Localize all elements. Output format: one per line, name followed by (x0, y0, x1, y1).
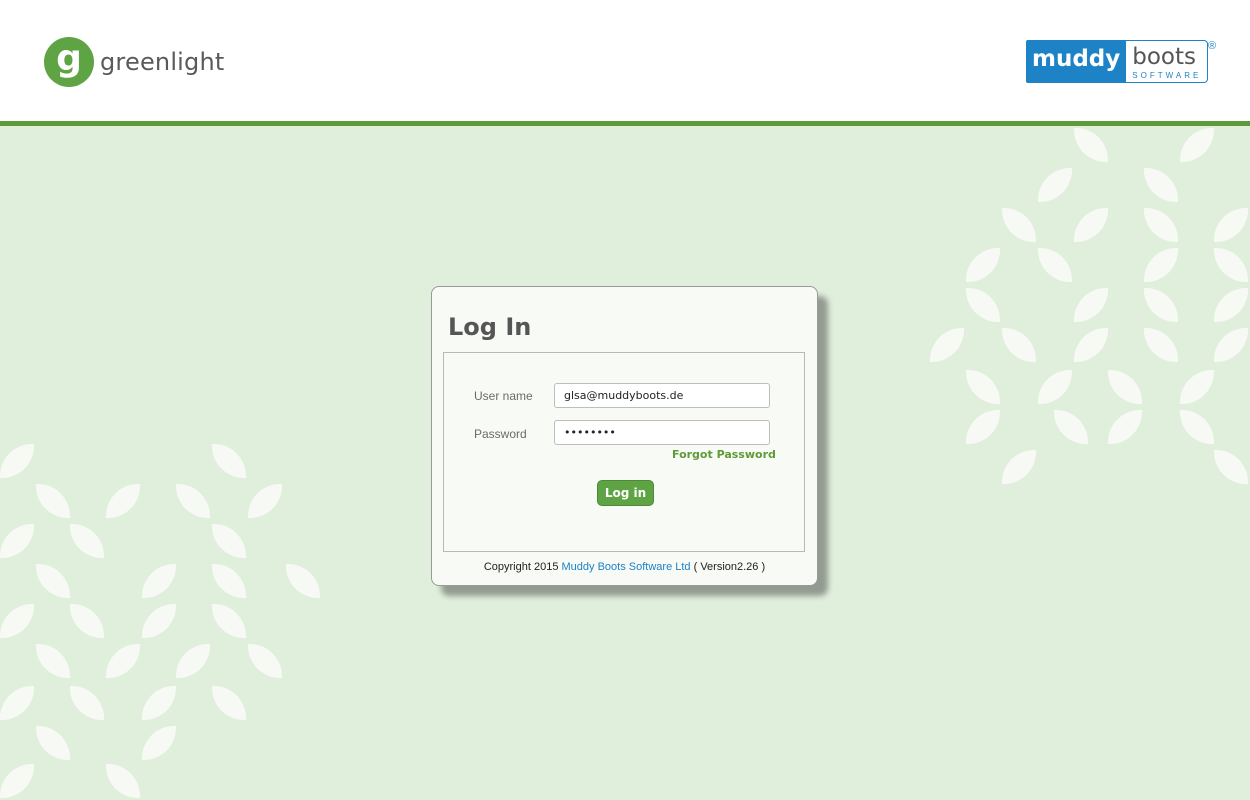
leaf-icon (70, 686, 104, 720)
leaf-icon (70, 524, 104, 558)
leaf-icon (0, 524, 34, 558)
leaf-icon (212, 604, 246, 638)
leaf-icon (106, 644, 140, 678)
login-card: Log In User name glsa@muddyboots.de Pass… (431, 286, 818, 586)
password-label: Password (474, 427, 527, 441)
leaf-icon (176, 484, 210, 518)
leaf-icon (1214, 208, 1248, 242)
leaf-icon (212, 686, 246, 720)
leaf-icon (1214, 248, 1248, 282)
leaf-icon (1108, 410, 1142, 444)
muddy-boots-logo: muddy boots SOFTWARE (1026, 40, 1209, 83)
leaf-icon (1074, 328, 1108, 362)
leaf-icon (1054, 410, 1088, 444)
copyright-footer: Copyright 2015 Muddy Boots Software Ltd … (432, 561, 817, 573)
leaf-icon (1108, 370, 1142, 404)
leaf-icon (1144, 248, 1178, 282)
login-title: Log In (448, 313, 532, 341)
leaf-icon (70, 604, 104, 638)
leaf-icon (1002, 328, 1036, 362)
leaf-icon (36, 484, 70, 518)
copyright-text: Copyright 2015 (483, 561, 559, 573)
leaf-icon (1144, 168, 1178, 202)
muddy-boots-logo-muddy: muddy (1026, 40, 1127, 83)
muddy-boots-logo-boots: boots (1132, 44, 1197, 70)
leaf-icon (212, 524, 246, 558)
leaf-icon (1214, 328, 1248, 362)
leaf-icon (36, 644, 70, 678)
login-form: User name glsa@muddyboots.de Password ••… (443, 352, 805, 552)
leaf-icon (176, 644, 210, 678)
leaf-icon (1074, 128, 1108, 162)
leaf-icon (36, 564, 70, 598)
leaf-icon (142, 726, 176, 760)
greenlight-logo-icon: g (44, 37, 94, 87)
leaf-icon (212, 564, 246, 598)
leaf-icon (1038, 248, 1072, 282)
leaf-icon (1074, 288, 1108, 322)
leaf-icon (1038, 370, 1072, 404)
username-field[interactable]: glsa@muddyboots.de (554, 383, 770, 408)
leaf-icon (106, 764, 140, 798)
muddy-boots-logo-software: SOFTWARE (1132, 71, 1202, 80)
muddy-boots-logo-boots-box: boots SOFTWARE (1126, 40, 1209, 83)
leaf-icon (1038, 168, 1072, 202)
leaf-icon (1180, 370, 1214, 404)
company-link[interactable]: Muddy Boots Software Ltd (562, 561, 691, 573)
password-field[interactable]: •••••••• (554, 420, 770, 445)
greenlight-logo-text: greenlight (100, 48, 225, 76)
leaf-icon (966, 288, 1000, 322)
leaf-icon (142, 604, 176, 638)
leaf-icon (248, 484, 282, 518)
leaf-icon (966, 410, 1000, 444)
leaf-icon (1180, 128, 1214, 162)
leaf-icon (0, 764, 34, 798)
leaf-icon (0, 444, 34, 478)
leaf-icon (1180, 410, 1214, 444)
leaf-icon (1002, 208, 1036, 242)
leaf-icon (966, 370, 1000, 404)
leaf-icon (36, 726, 70, 760)
leaf-icon (1002, 450, 1036, 484)
leaf-icon (966, 248, 1000, 282)
forgot-password-link[interactable]: Forgot Password (672, 448, 776, 461)
leaf-icon (212, 444, 246, 478)
leaf-icon (1144, 288, 1178, 322)
greenlight-logo: g greenlight (44, 37, 225, 87)
login-button[interactable]: Log in (597, 480, 654, 506)
leaf-icon (1214, 450, 1248, 484)
leaf-icon (1144, 328, 1178, 362)
leaf-icon (1074, 208, 1108, 242)
leaf-icon (1144, 208, 1178, 242)
leaf-icon (930, 328, 964, 362)
leaf-icon (142, 686, 176, 720)
version-text: ( Version2.26 ) (693, 561, 766, 573)
leaf-icon (0, 604, 34, 638)
registered-mark: ® (1208, 40, 1217, 52)
leaf-icon (248, 644, 282, 678)
leaf-icon (1214, 288, 1248, 322)
leaf-icon (142, 564, 176, 598)
username-label: User name (474, 389, 533, 403)
leaf-icon (286, 564, 320, 598)
leaf-icon (0, 686, 34, 720)
leaf-icon (106, 484, 140, 518)
page-header: g greenlight muddy boots SOFTWARE ® (0, 0, 1250, 126)
